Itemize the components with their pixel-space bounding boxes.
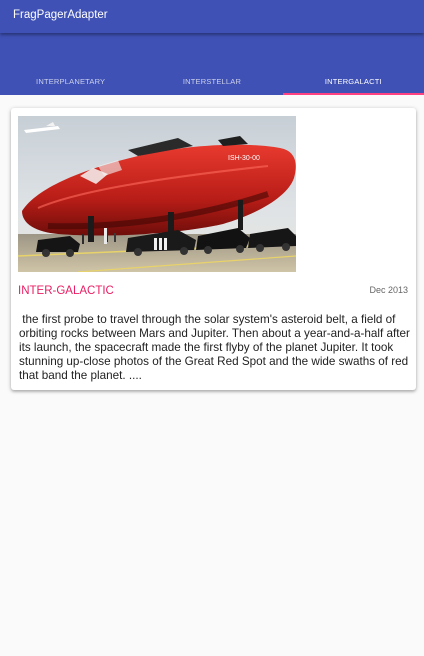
tab-intergalactic-label: INTERGALACTI	[324, 77, 382, 86]
tab-interstellar-label: INTERSTELLAR	[182, 77, 242, 86]
tab-selected-indicator	[282, 93, 424, 95]
tab-interplanetary[interactable]: INTERPLANETARY	[0, 33, 141, 95]
app-toolbar: FragPagerAdapter	[0, 0, 424, 33]
article-card[interactable]: ISH-30-00 INTER-GALACTIC Dec 2013 the fi…	[11, 108, 416, 390]
toolbar-title: FragPagerAdapter	[13, 9, 108, 21]
spaceship-photo: ISH-30-00	[18, 116, 296, 272]
app-screen: FragPagerAdapter INTERPLANETARY INTERSTE…	[0, 0, 424, 656]
card-body-text: the first probe to travel through the so…	[19, 313, 414, 382]
tab-bar: INTERPLANETARY INTERSTELLAR INTERGALACTI	[0, 33, 424, 95]
spaceship-image-icon: ISH-30-00	[18, 116, 296, 272]
card-title: INTER-GALACTIC	[18, 285, 114, 297]
card-date: Dec 2013	[369, 285, 408, 295]
tab-interstellar[interactable]: INTERSTELLAR	[141, 33, 282, 95]
tab-intergalactic[interactable]: INTERGALACTI	[282, 33, 424, 95]
svg-text:ISH-30-00: ISH-30-00	[228, 155, 260, 162]
tab-interplanetary-label: INTERPLANETARY	[36, 77, 106, 86]
